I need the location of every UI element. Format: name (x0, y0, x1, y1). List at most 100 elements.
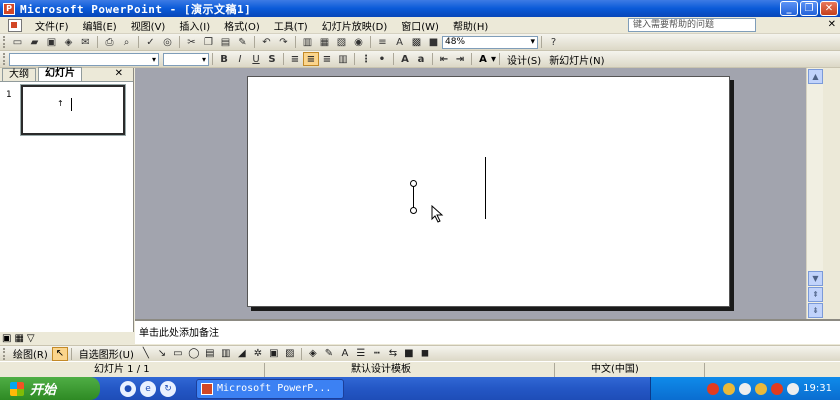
menu-insert[interactable]: 插入(I) (172, 18, 217, 33)
columns-icon[interactable]: ▥ (335, 52, 351, 66)
show-formatting-icon[interactable]: A (391, 35, 408, 49)
print-icon[interactable]: ⎙ (101, 35, 118, 49)
draw-menu-button[interactable]: 绘图(R) (9, 346, 52, 361)
toolbar-grip[interactable] (3, 36, 6, 48)
line-style-icon[interactable]: ☰ (353, 347, 369, 361)
next-slide-icon[interactable]: ⇟ (808, 303, 823, 318)
slideshow-view-icon[interactable]: ▽ (27, 333, 35, 344)
wordart-icon[interactable]: ◢ (234, 347, 250, 361)
slide-thumbnail[interactable]: ↑ (20, 84, 126, 136)
rectangle-icon[interactable]: ▭ (170, 347, 186, 361)
desktop-icon[interactable]: ● (120, 380, 136, 397)
menu-window[interactable]: 窗口(W) (394, 18, 446, 33)
new-slide-button[interactable]: 新幻灯片(N) (545, 52, 608, 67)
align-right-icon[interactable]: ≡ (319, 52, 335, 66)
increase-font-icon[interactable]: A (397, 52, 413, 66)
tray-bird-icon[interactable] (787, 382, 800, 395)
tray-update-icon[interactable] (771, 382, 784, 395)
italic-button[interactable]: I (232, 52, 248, 66)
tray-messenger-icon[interactable] (755, 382, 768, 395)
autoshapes-button[interactable]: 自选图形(U) (75, 346, 138, 361)
menu-tools[interactable]: 工具(T) (267, 18, 315, 33)
print-preview-icon[interactable]: ⌕ (118, 35, 135, 49)
start-button[interactable]: 开始 (0, 377, 100, 400)
arrow-style-icon[interactable]: ⇆ (385, 347, 401, 361)
normal-view-icon[interactable]: ▣ (2, 333, 11, 344)
open-icon[interactable]: ▰ (26, 35, 43, 49)
menu-slideshow[interactable]: 幻灯片放映(D) (315, 18, 395, 33)
cut-icon[interactable]: ✂ (183, 35, 200, 49)
browser-icon[interactable]: e (140, 380, 156, 397)
chevron-down-icon[interactable]: ▾ (491, 54, 496, 65)
refresh-icon[interactable]: ↻ (160, 380, 176, 397)
tray-network-icon[interactable] (723, 382, 736, 395)
new-icon[interactable]: ▭ (9, 35, 26, 49)
menu-help[interactable]: 帮助(H) (446, 18, 495, 33)
close-icon[interactable]: ✕ (115, 68, 123, 79)
resize-handle-bottom[interactable] (410, 207, 417, 214)
redo-icon[interactable]: ↷ (275, 35, 292, 49)
slide-canvas[interactable] (247, 76, 730, 307)
hyperlink-icon[interactable]: ◉ (350, 35, 367, 49)
help-icon[interactable]: ? (545, 35, 562, 49)
decrease-indent-icon[interactable]: ⇤ (436, 52, 452, 66)
document-icon[interactable] (8, 18, 22, 32)
vertical-textbox-icon[interactable]: ▥ (218, 347, 234, 361)
font-color-icon[interactable]: A (475, 52, 491, 66)
diagram-icon[interactable]: ✲ (250, 347, 266, 361)
clipart-icon[interactable]: ▣ (266, 347, 282, 361)
select-objects-icon[interactable]: ↖ (51, 346, 68, 361)
align-left-icon[interactable]: ≡ (287, 52, 303, 66)
research-icon[interactable]: ◎ (159, 35, 176, 49)
align-center-icon[interactable]: ≡ (303, 52, 319, 66)
table-icon[interactable]: ▦ (316, 35, 333, 49)
font-size-select[interactable]: ▾ (163, 52, 209, 66)
menu-view[interactable]: 视图(V) (124, 18, 173, 33)
spelling-icon[interactable]: ✓ (142, 35, 159, 49)
shadow-button[interactable]: S (264, 52, 280, 66)
bullets-icon[interactable]: • (374, 52, 390, 66)
color-grayscale-icon[interactable]: ■ (425, 35, 442, 49)
design-button[interactable]: 设计(S) (503, 52, 545, 67)
grid-icon[interactable]: ▩ (408, 35, 425, 49)
minimize-button[interactable]: _ (780, 1, 798, 16)
font-color-icon[interactable]: A (337, 347, 353, 361)
font-name-select[interactable]: ▾ (9, 52, 159, 66)
line-icon[interactable]: ╲ (138, 347, 154, 361)
tables-borders-icon[interactable]: ▧ (333, 35, 350, 49)
menu-file[interactable]: 文件(F) (28, 18, 76, 33)
undo-icon[interactable]: ↶ (258, 35, 275, 49)
oval-icon[interactable]: ◯ (186, 347, 202, 361)
taskbar-item-powerpoint[interactable]: Microsoft PowerP... (196, 378, 344, 399)
increase-indent-icon[interactable]: ⇥ (452, 52, 468, 66)
3d-style-icon[interactable]: ◼ (417, 347, 433, 361)
help-search-input[interactable]: 键入需要帮助的问题 (628, 18, 756, 32)
notes-pane[interactable]: 单击此处添加备注 (135, 319, 840, 344)
line-color-icon[interactable]: ✎ (321, 347, 337, 361)
copy-icon[interactable]: ❐ (200, 35, 217, 49)
line-shape[interactable] (485, 157, 486, 219)
numbering-icon[interactable]: ⋮ (358, 52, 374, 66)
expand-all-icon[interactable]: ≡ (374, 35, 391, 49)
close-button[interactable]: ✕ (820, 1, 838, 16)
toolbar-grip[interactable] (3, 53, 6, 65)
textbox-icon[interactable]: ▤ (202, 347, 218, 361)
tray-antivirus-icon[interactable] (707, 382, 720, 395)
email-icon[interactable]: ✉ (77, 35, 94, 49)
chart-icon[interactable]: ▥ (299, 35, 316, 49)
shadow-style-icon[interactable]: ■ (401, 347, 417, 361)
decrease-font-icon[interactable]: a (413, 52, 429, 66)
menu-format[interactable]: 格式(O) (217, 18, 267, 33)
bold-button[interactable]: B (216, 52, 232, 66)
slide-sorter-icon[interactable]: ▦ (14, 333, 23, 344)
document-close-icon[interactable]: ✕ (828, 19, 836, 30)
selected-line-shape[interactable] (413, 183, 414, 210)
paste-icon[interactable]: ▤ (217, 35, 234, 49)
zoom-select[interactable]: 48% ▾ (442, 35, 538, 49)
restore-button[interactable]: ❐ (800, 1, 818, 16)
menu-edit[interactable]: 编辑(E) (76, 18, 124, 33)
tab-slides[interactable]: 幻灯片 (38, 67, 82, 81)
format-painter-icon[interactable]: ✎ (234, 35, 251, 49)
previous-slide-icon[interactable]: ⇞ (808, 287, 823, 302)
permission-icon[interactable]: ◈ (60, 35, 77, 49)
